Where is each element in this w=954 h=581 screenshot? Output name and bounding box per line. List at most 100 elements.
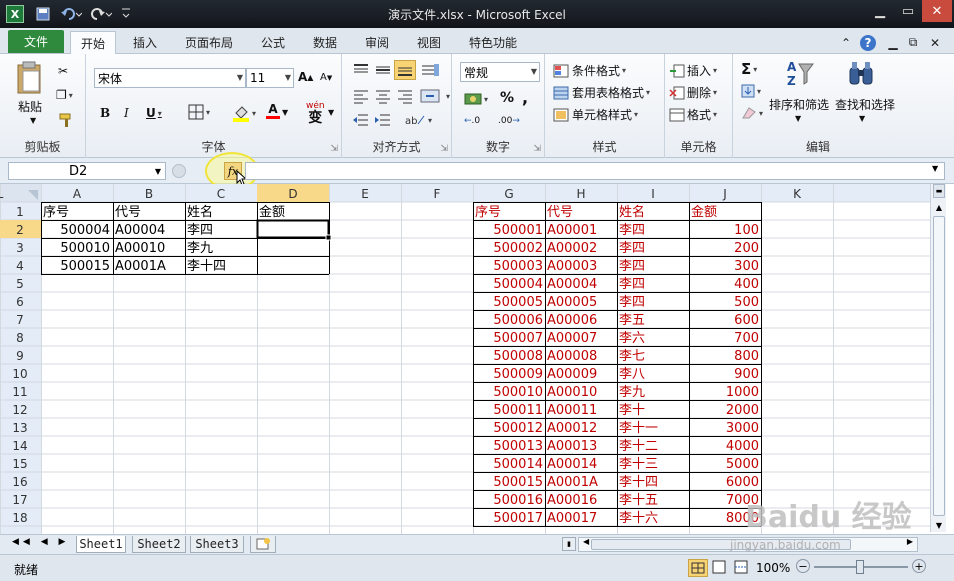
row-header-12[interactable]: 12 <box>12 403 27 417</box>
cell-value[interactable]: A00010 <box>115 241 165 256</box>
cell-value[interactable]: 500009 <box>493 367 543 382</box>
font-size-select[interactable]: 11 ▼ <box>246 68 294 88</box>
cell-value[interactable]: 代号 <box>115 205 141 220</box>
cell-value[interactable]: 500014 <box>493 457 543 472</box>
cell-value[interactable]: 4000 <box>726 439 759 454</box>
merge-center-icon[interactable]: ▾ <box>420 88 450 104</box>
formula-bar-handle-icon[interactable] <box>172 164 186 178</box>
column-header-F[interactable]: F <box>434 187 441 201</box>
cell-value[interactable]: 500008 <box>493 349 543 364</box>
phonetic-dropdown-icon[interactable]: ▼ <box>328 108 334 117</box>
hsplit-icon[interactable]: ▮ <box>562 537 576 551</box>
align-top-icon[interactable] <box>352 62 370 78</box>
find-dropdown-icon[interactable]: ▼ <box>859 114 865 123</box>
cell-value[interactable]: 李五 <box>619 313 645 328</box>
new-sheet-icon[interactable] <box>250 536 276 553</box>
cut-icon[interactable]: ✂ <box>58 64 68 78</box>
format-painter-icon[interactable] <box>58 112 74 128</box>
align-middle-icon[interactable] <box>374 62 392 78</box>
cell-value[interactable]: A00001 <box>547 223 597 238</box>
cell-value[interactable]: 900 <box>734 367 759 382</box>
cell-value[interactable]: A00014 <box>547 457 597 472</box>
delete-cells-button[interactable]: 删除 ▾ <box>669 84 717 101</box>
grow-font-button[interactable]: A ▲ <box>298 70 313 84</box>
cell-value[interactable]: 代号 <box>547 205 573 220</box>
cell-value[interactable]: 李九 <box>187 241 213 256</box>
scroll-left-icon[interactable]: ◀ <box>583 537 589 546</box>
cell-value[interactable]: 500002 <box>493 241 543 256</box>
insert-cells-button[interactable]: 插入 ▾ <box>669 62 717 79</box>
cell-value[interactable]: 李八 <box>619 367 645 382</box>
cell-value[interactable]: 姓名 <box>187 204 213 220</box>
tab-file[interactable]: 文件 <box>8 30 64 53</box>
scroll-up-icon[interactable]: ▲ <box>933 200 945 214</box>
vertical-scrollbar[interactable]: ▬ ▲ ▼ <box>930 184 946 532</box>
cell-value[interactable]: 李四 <box>619 223 645 238</box>
cell-value[interactable]: A00003 <box>547 259 597 274</box>
dialog-launcher-icon[interactable]: ⇲ <box>330 144 338 154</box>
tab-formulas[interactable]: 公式 <box>250 31 296 54</box>
dialog-launcher-icon[interactable]: ⇲ <box>440 144 448 154</box>
cell-value[interactable]: 500007 <box>493 331 543 346</box>
row-header-18[interactable]: 18 <box>12 511 27 525</box>
column-header-B[interactable]: B <box>145 187 153 201</box>
align-center-icon[interactable] <box>374 88 392 104</box>
column-header-J[interactable]: J <box>722 187 727 201</box>
wrap-text-icon[interactable]: ab ▾ <box>404 112 432 128</box>
row-header-16[interactable]: 16 <box>12 475 27 489</box>
scroll-down-icon[interactable]: ▼ <box>933 518 945 532</box>
cell-value[interactable]: 李十五 <box>619 493 658 508</box>
format-as-table-button[interactable]: 套用表格格式 ▾ <box>553 84 650 101</box>
column-header-I[interactable]: I <box>651 187 655 201</box>
row-header-1[interactable]: 1 <box>16 205 24 219</box>
percent-button[interactable]: % <box>500 90 514 106</box>
paste-button[interactable]: 粘贴 <box>18 98 42 115</box>
cell-value[interactable]: 李十 <box>619 403 645 418</box>
comma-button[interactable]: , <box>522 88 528 107</box>
font-color-dropdown-icon[interactable]: ▼ <box>282 108 288 117</box>
cell-value[interactable]: 200 <box>734 241 759 256</box>
row-header-14[interactable]: 14 <box>12 439 27 453</box>
cell-value[interactable]: A00002 <box>547 241 597 256</box>
conditional-format-button[interactable]: 条件格式 ▾ <box>553 62 626 79</box>
fill-color-icon[interactable]: ▾ <box>232 104 256 122</box>
row-header-4[interactable]: 4 <box>16 259 24 273</box>
cell-value[interactable]: 300 <box>734 259 759 274</box>
column-header-H[interactable]: H <box>576 187 585 201</box>
increase-decimal-button[interactable]: ← .0 <box>464 116 480 126</box>
align-right-icon[interactable] <box>396 88 414 104</box>
chevron-up-icon[interactable]: ⌃ <box>838 31 854 54</box>
font-name-select[interactable]: 宋体 ▼ <box>94 68 246 88</box>
font-color-button[interactable]: A <box>266 102 280 119</box>
cell-value[interactable]: A00011 <box>547 403 597 418</box>
cell-value[interactable]: 李十三 <box>619 457 658 472</box>
row-header-11[interactable]: 11 <box>12 385 27 399</box>
cell-value[interactable]: A00004 <box>115 223 165 238</box>
shrink-font-button[interactable]: A ▼ <box>320 72 332 83</box>
cell-value[interactable]: 800 <box>734 349 759 364</box>
row-header-5[interactable]: 5 <box>16 277 24 291</box>
cell-value[interactable]: 600 <box>734 313 759 328</box>
cell-value[interactable]: 5000 <box>726 457 759 472</box>
zoom-out-button[interactable]: − <box>796 559 810 573</box>
ribbon-minimize-icon[interactable]: ▁ <box>884 31 902 54</box>
cell-value[interactable]: 500010 <box>493 385 543 400</box>
expand-formula-icon[interactable]: ▼ <box>932 164 938 173</box>
cell-value[interactable]: 李十一 <box>619 421 658 436</box>
tab-special[interactable]: 特色功能 <box>460 31 526 54</box>
column-header-D[interactable]: D <box>288 187 297 201</box>
cell-value[interactable]: 李七 <box>619 349 645 364</box>
cell-value[interactable]: A00012 <box>547 421 597 436</box>
align-left-icon[interactable] <box>352 88 370 104</box>
currency-icon[interactable]: ▾ <box>464 92 488 106</box>
sort-filter-button[interactable]: 排序和筛选 <box>769 96 829 113</box>
cell-value[interactable]: 李四 <box>619 295 645 310</box>
normal-view-icon[interactable] <box>688 559 708 577</box>
find-select-button[interactable]: 查找和选择 <box>835 96 895 113</box>
tab-review[interactable]: 审阅 <box>354 31 400 54</box>
fill-handle[interactable] <box>325 234 332 241</box>
cell-value[interactable]: A00009 <box>547 367 597 382</box>
formula-input[interactable] <box>245 162 945 180</box>
sort-dropdown-icon[interactable]: ▼ <box>795 114 801 123</box>
scroll-thumb[interactable] <box>933 216 945 516</box>
